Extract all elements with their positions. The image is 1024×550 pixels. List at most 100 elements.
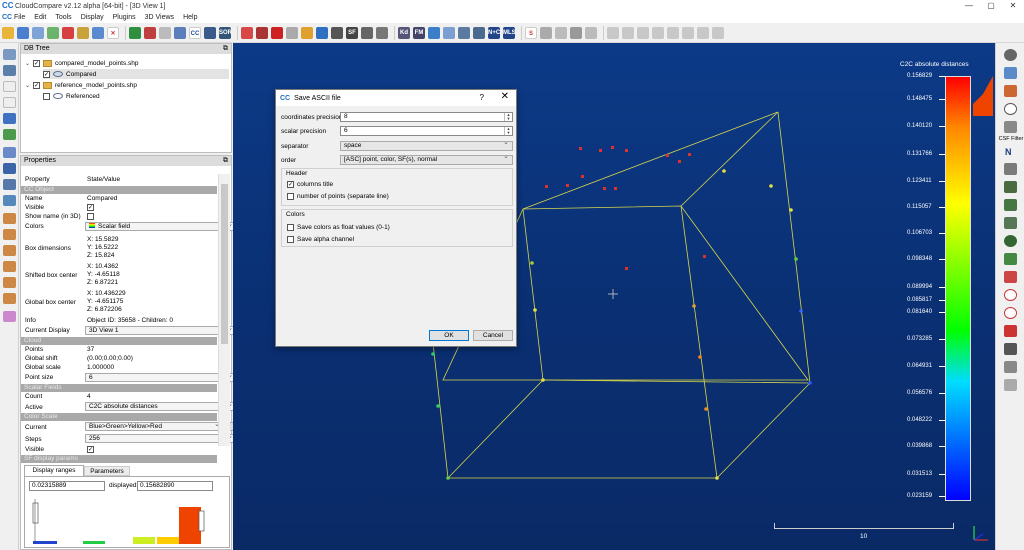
current-display-select[interactable]: 3D View 1 [85,325,236,335]
tab-display-ranges[interactable]: Display ranges [24,465,84,476]
shape-icon[interactable] [1004,325,1017,337]
camera-view-icon[interactable] [3,65,16,76]
volume-icon[interactable] [458,26,470,39]
facets-icon[interactable] [1004,85,1017,97]
visible-checkbox[interactable]: ✓ [87,204,94,211]
circle-icon[interactable] [1004,307,1017,319]
zoom-icon[interactable] [3,179,16,190]
perspective-icon[interactable] [3,147,16,158]
plane-icon[interactable] [271,26,283,39]
kd-tree-icon[interactable]: Kd [398,26,410,39]
separator-select[interactable]: space [340,139,513,151]
columns-title-option[interactable]: ✓ columns title [287,181,333,188]
octree-icon[interactable] [159,26,171,39]
range-max-input[interactable]: 0.15682890 [137,481,213,491]
save-icon[interactable] [17,26,29,39]
cube-bottom-icon[interactable] [3,293,16,304]
visibility-checkbox[interactable]: ✓ [33,59,40,67]
globe-icon[interactable] [1004,235,1017,247]
settings-icon[interactable] [1004,49,1017,61]
pick-icon[interactable] [241,26,253,39]
ok-button[interactable]: OK [429,330,469,341]
view-bottom-icon[interactable] [682,26,694,39]
colors-select[interactable]: Scalar field [85,221,236,231]
scalar-precision-spinbox[interactable]: 6 ▲ ▼ [340,126,513,136]
properties-scrollbar[interactable] [218,174,230,446]
zoom-fit-icon[interactable] [3,163,16,174]
menu-help[interactable]: Help [183,14,197,21]
lock-rotation-icon[interactable] [3,195,16,206]
active-sf-select[interactable]: C2C absolute distances [85,401,236,411]
csf-icon[interactable] [1004,121,1017,133]
segment-icon[interactable] [77,26,89,39]
visibility-checkbox[interactable] [43,92,50,100]
section-icon[interactable] [286,26,298,39]
mls-icon[interactable]: MLS [503,26,515,39]
compass-icon[interactable] [1004,103,1017,115]
float-panel-icon[interactable]: ⧉ [223,156,228,166]
cube-right-icon[interactable] [3,261,16,272]
menu-display[interactable]: Display [81,14,104,21]
range-min-input[interactable]: 0.02315889 [29,481,105,491]
color-scale-select[interactable]: Blue>Green>Yellow>Red [85,421,223,431]
curve-icon[interactable]: S [525,26,537,39]
color-icon[interactable] [129,26,141,39]
sf-filter-icon[interactable] [376,26,388,39]
qhpr-icon[interactable] [1004,163,1017,175]
srm-icon[interactable] [1004,199,1017,211]
maximize-button[interactable]: ▢ [980,0,1002,12]
mesh-icon[interactable] [428,26,440,39]
float-panel-icon[interactable]: ⧉ [223,44,228,54]
rotate-icon[interactable] [3,113,16,124]
show-name-checkbox[interactable] [87,213,94,220]
view-top-icon[interactable] [667,26,679,39]
normals-icon[interactable] [144,26,156,39]
tree-item-compared-file[interactable]: ⌄ ✓ compared_model_points.shp [25,58,138,68]
float-colors-option[interactable]: Save colors as float values (0-1) [287,224,390,231]
tree-item-compared[interactable]: ✓ Compared [43,69,229,79]
order-select[interactable]: [ASC] point, color, SF(s), normal [340,153,513,165]
ransac-icon[interactable] [1004,181,1017,193]
label-icon[interactable] [256,26,268,39]
tab-parameters[interactable]: Parameters [84,466,130,476]
north-icon[interactable]: N [1005,147,1012,157]
columns-title-checkbox[interactable]: ✓ [287,181,294,188]
view-back-icon[interactable] [622,26,634,39]
sample-icon[interactable] [443,26,455,39]
pivot-icon[interactable] [3,97,16,108]
sor-filter-icon[interactable]: SOR [219,26,231,39]
menu-file[interactable]: File [14,14,25,21]
cancel-button[interactable]: Cancel [473,330,513,341]
steps-spinbox[interactable]: 256 [85,433,236,443]
menu-edit[interactable]: Edit [34,14,46,21]
alpha-option[interactable]: Save alpha channel [287,236,354,243]
visibility-checkbox[interactable]: ✓ [43,70,50,78]
contour-icon[interactable] [540,26,552,39]
cube-back-icon[interactable] [3,229,16,240]
delete-icon[interactable]: ✕ [107,26,119,39]
float-colors-checkbox[interactable] [287,224,294,231]
num-points-checkbox[interactable] [287,193,294,200]
pan-icon[interactable] [3,129,16,140]
histogram-icon[interactable] [301,26,313,39]
view-left-icon[interactable] [637,26,649,39]
distance-icon[interactable] [204,26,216,39]
minimize-button[interactable]: — [958,0,980,12]
cube-top-icon[interactable] [3,277,16,288]
register-icon[interactable] [174,26,186,39]
ellipse-icon[interactable] [1004,289,1017,301]
fm-icon[interactable]: FM [413,26,425,39]
point-size-select[interactable]: 6 [85,372,236,382]
help-button[interactable]: ? [480,93,484,102]
sf-gradient-icon[interactable] [361,26,373,39]
sensor-icon[interactable] [555,26,567,39]
prop-name-value[interactable]: Compared [87,195,117,202]
dialog-close-button[interactable]: ✕ [501,91,509,102]
open-icon[interactable] [2,26,14,39]
visibility-checkbox[interactable]: ✓ [33,81,40,89]
view-front-icon[interactable] [607,26,619,39]
properties-scroll-thumb[interactable] [221,184,228,344]
raster-icon[interactable] [473,26,485,39]
nc-icon[interactable]: N+C [488,26,500,39]
translate-icon[interactable] [62,26,74,39]
